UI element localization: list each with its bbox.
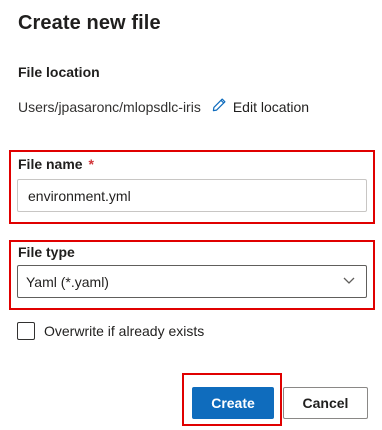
file-type-label: File type: [18, 244, 75, 260]
file-type-selected-value: Yaml (*.yaml): [26, 273, 109, 290]
file-location-row: Users/jpasaronc/mlopsdlc-iris Edit locat…: [18, 97, 309, 116]
file-name-label: File name *: [18, 156, 94, 172]
cancel-button[interactable]: Cancel: [283, 387, 368, 419]
create-button[interactable]: Create: [192, 387, 274, 419]
required-marker: *: [88, 156, 94, 172]
file-type-dropdown[interactable]: Yaml (*.yaml): [17, 265, 367, 298]
overwrite-label: Overwrite if already exists: [44, 323, 205, 339]
file-location-path: Users/jpasaronc/mlopsdlc-iris: [18, 98, 201, 115]
chevron-down-icon: [342, 273, 356, 290]
file-name-input[interactable]: [17, 179, 367, 212]
overwrite-checkbox-row[interactable]: Overwrite if already exists: [17, 322, 204, 340]
edit-location-link[interactable]: Edit location: [211, 97, 309, 116]
edit-location-label: Edit location: [232, 98, 310, 115]
overwrite-checkbox[interactable]: [17, 322, 35, 340]
pencil-icon: [211, 97, 233, 116]
dialog-title: Create new file: [18, 12, 161, 34]
file-name-label-text: File name: [18, 156, 83, 172]
file-location-label: File location: [18, 64, 100, 80]
